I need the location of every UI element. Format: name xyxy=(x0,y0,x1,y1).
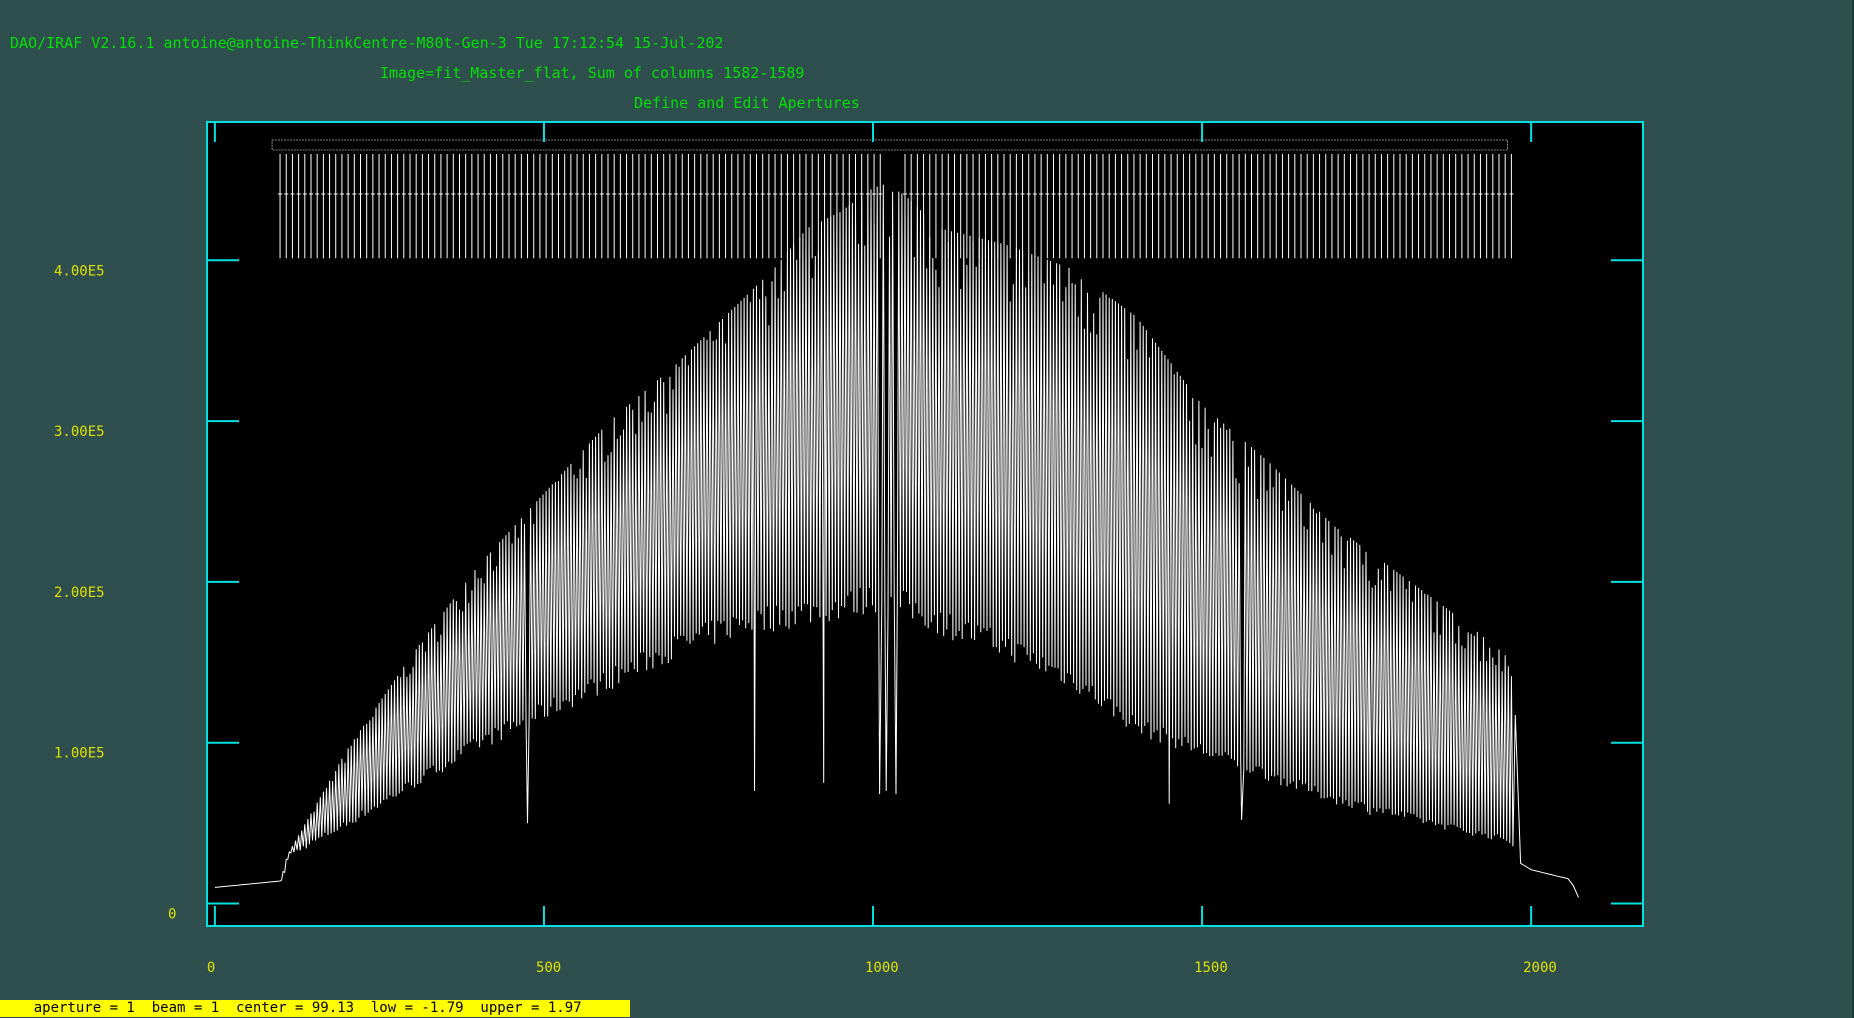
y-tick-label: 3.00E5 xyxy=(54,424,105,440)
y-tick-label: 4.00E5 xyxy=(54,263,105,279)
x-tick-label: 1000 xyxy=(865,960,899,976)
status-bar: aperture = 1 beam = 1 center = 99.13 low… xyxy=(0,1000,630,1017)
x-tick-label: 1500 xyxy=(1194,960,1228,976)
y-tick-label: 0 xyxy=(168,906,176,922)
iraf-graphics-window: DAO/IRAF V2.16.1 antoine@antoine-ThinkCe… xyxy=(0,0,1854,1018)
x-tick-label: 500 xyxy=(536,960,561,976)
y-tick-label: 1.00E5 xyxy=(54,746,105,762)
aperture-plot[interactable]: 0 500 1000 1500 2000 0 1.00E5 2.00E5 3.00E5 4.00E… xyxy=(0,0,1854,1018)
y-tick-label: 2.00E5 xyxy=(54,585,105,601)
x-tick-label: 2000 xyxy=(1523,960,1557,976)
x-tick-label: 0 xyxy=(207,960,215,976)
